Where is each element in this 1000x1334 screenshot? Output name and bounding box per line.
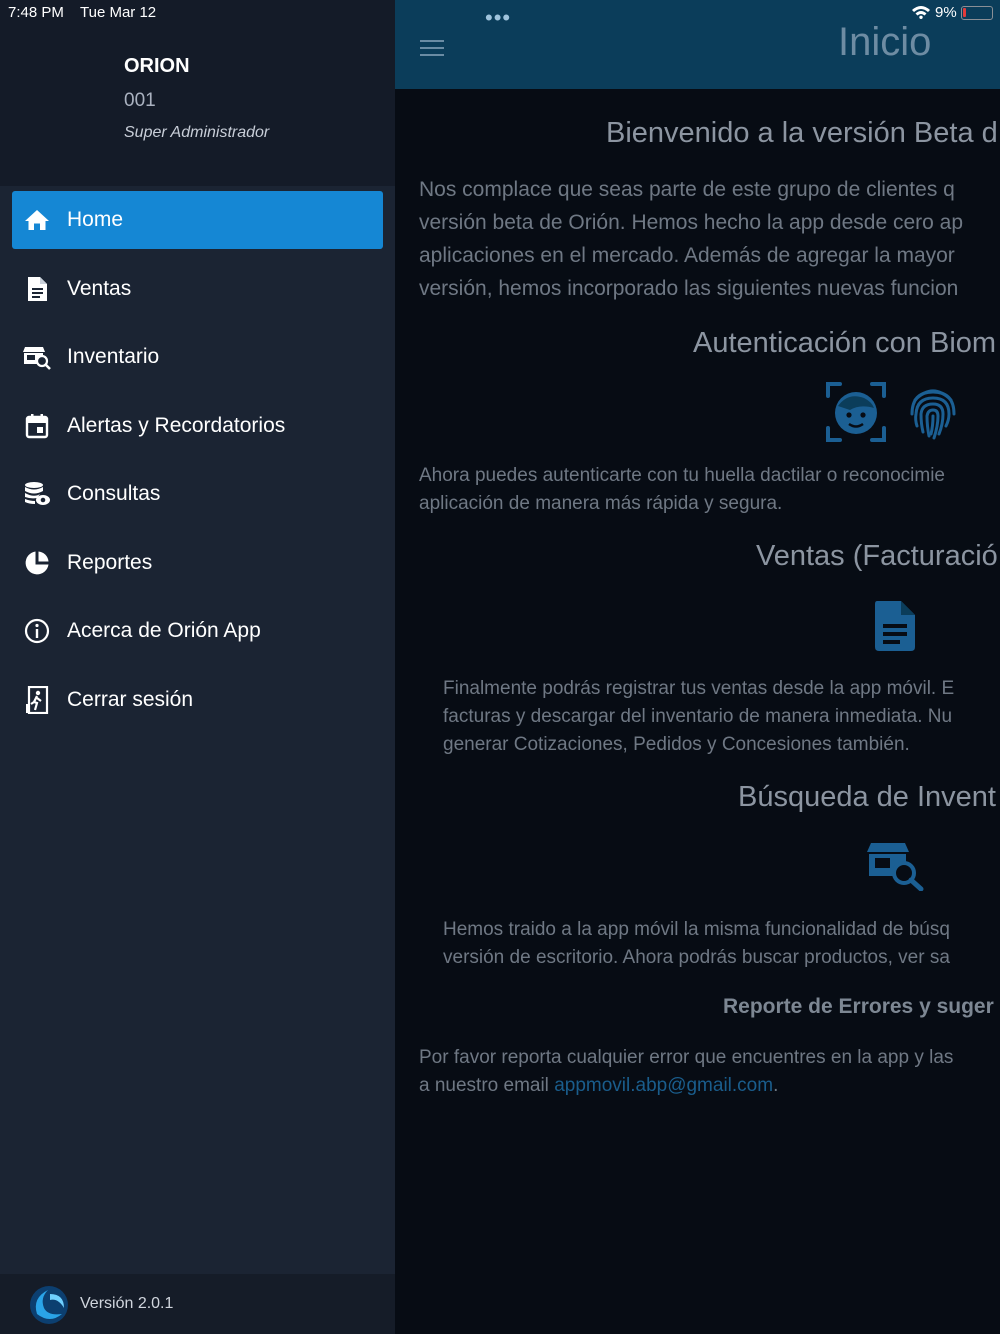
home-content: Bienvenido a la versión Beta d Nos compl… [395,89,1000,1334]
reporte-line: Por favor reporta cualquier error que en… [419,1047,954,1068]
battery-icon [961,6,993,20]
intro-line: versión beta de Orión. Hemos hecho la ap… [419,211,964,234]
app-version: Versión 2.0.1 [80,1295,174,1312]
ventas-line: Finalmente podrás registrar tus ventas d… [443,678,955,699]
intro-line: versión, hemos incorporado las siguiente… [419,277,959,300]
fingerprint-icon [909,384,957,440]
document-icon [873,600,917,652]
face-id-icon [826,382,886,442]
welcome-heading: Bienvenido a la versión Beta d [606,117,998,149]
calendar-icon [23,412,51,440]
intro-paragraph: Nos complace que seas parte de este grup… [419,173,1000,305]
sidebar-item-home[interactable]: Home [12,191,383,249]
sidebar-header: 7:48 PM Tue Mar 12 ORION 001 Super Admin… [0,0,395,186]
biometric-line: aplicación de manera más rápida y segura… [419,493,783,514]
reporte-line-prefix: a nuestro email [419,1075,555,1096]
app-root: 7:48 PM Tue Mar 12 ORION 001 Super Admin… [0,0,1000,1334]
biometric-heading: Autenticación con Biom [693,327,997,359]
pie-chart-icon [23,549,51,577]
database-eye-icon [23,480,51,508]
sidebar-item-alertas[interactable]: Alertas y Recordatorios [12,397,383,455]
ventas-paragraph: Finalmente podrás registrar tus ventas d… [443,675,954,759]
user-role: Super Administrador [124,124,270,141]
sidebar-item-label: Cerrar sesión [67,687,194,711]
sidebar-item-label: Inventario [67,345,160,368]
sidebar-item-label: Reportes [67,550,153,574]
ventas-heading: Ventas (Facturació [756,540,998,572]
inventory-search-icon [23,343,51,371]
status-time: 7:48 PM [8,4,64,21]
biometric-paragraph: Ahora puedes autenticarte con tu huella … [419,462,945,518]
wifi-icon [911,5,931,24]
home-icon [23,206,51,234]
document-icon [23,275,51,303]
sidebar-item-ventas[interactable]: Ventas [12,260,383,318]
sidebar-item-label: Acerca de Orión App [67,619,261,642]
sidebar-item-acerca[interactable]: Acerca de Orión App [12,602,383,660]
page-title: Inicio [838,20,932,64]
busqueda-paragraph: Hemos traido a la app móvil la misma fun… [443,916,950,972]
orion-logo-icon [28,1284,70,1326]
busqueda-heading: Búsqueda de Invent [738,781,996,813]
sidebar-menu: Home Ventas Inventario Alertas y Recorda… [12,191,383,739]
sidebar-item-label: Home [67,208,124,231]
info-icon [23,617,51,645]
busqueda-line: versión de escritorio. Ahora podrás busc… [443,947,950,968]
sidebar: 7:48 PM Tue Mar 12 ORION 001 Super Admin… [0,0,395,1334]
ventas-line: generar Cotizaciones, Pedidos y Concesio… [443,734,910,755]
reporte-paragraph: Por favor reporta cualquier error que en… [419,1044,953,1100]
sidebar-item-reportes[interactable]: Reportes [12,534,383,592]
biometric-line: Ahora puedes autenticarte con tu huella … [419,465,945,486]
menu-toggle-icon[interactable] [420,40,444,60]
battery-percent: 9% [935,4,957,21]
sidebar-item-cerrar-sesion[interactable]: Cerrar sesión [12,671,383,729]
sidebar-item-consultas[interactable]: Consultas [12,465,383,523]
reporte-line-suffix: . [773,1075,779,1096]
company-code: 001 [124,90,156,111]
sidebar-footer: Versión 2.0.1 [0,1274,395,1334]
reporte-line: a nuestro email appmovil.abp@gmail.com. [419,1072,953,1100]
reporte-heading: Reporte de Errores y suger [723,995,994,1018]
sidebar-item-inventario[interactable]: Inventario [12,328,383,386]
sidebar-item-label: Alertas y Recordatorios [67,413,286,437]
top-bar: ••• Inicio 9% [395,0,1000,89]
status-date: Tue Mar 12 [80,4,157,21]
email-link[interactable]: appmovil.abp@gmail.com [554,1075,773,1096]
ventas-line: facturas y descargar del inventario de m… [443,706,953,727]
busqueda-line: Hemos traido a la app móvil la misma fun… [443,919,950,940]
inventory-search-icon [867,839,925,892]
sidebar-item-label: Consultas [67,482,161,505]
multitask-dots[interactable]: ••• [485,5,511,31]
intro-line: aplicaciones en el mercado. Además de ag… [419,244,955,267]
sidebar-item-label: Ventas [67,276,132,300]
company-name: ORION [124,55,190,77]
main-area: ••• Inicio 9% Bienvenido a la versión Be… [395,0,1000,1334]
exit-door-icon [23,685,51,714]
intro-line: Nos complace que seas parte de este grup… [419,178,955,201]
